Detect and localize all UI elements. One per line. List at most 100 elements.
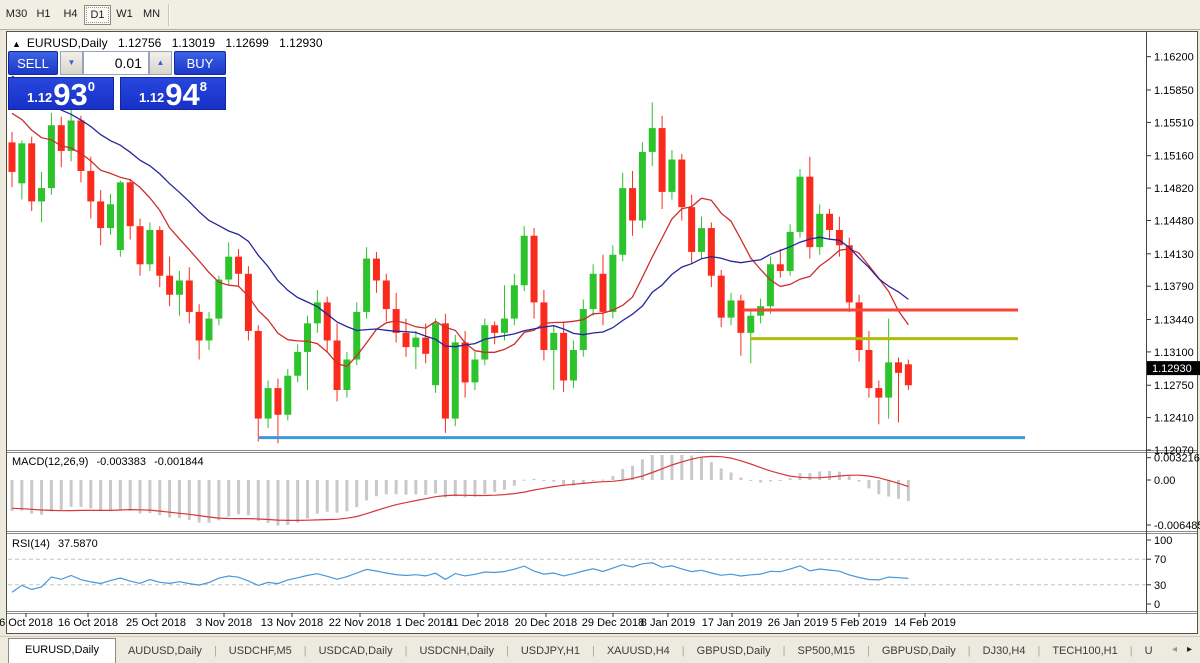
candle-body bbox=[372, 258, 380, 281]
candle-body bbox=[776, 264, 784, 271]
macd-histogram-bar bbox=[414, 480, 418, 495]
candle-body bbox=[510, 285, 518, 319]
macd-histogram-bar bbox=[503, 480, 506, 490]
sell-button[interactable]: SELL bbox=[8, 51, 58, 75]
chart-tab-audusd-daily[interactable]: AUDUSD,Daily bbox=[116, 640, 214, 663]
chart-tab-eurusd-daily[interactable]: EURUSD,Daily bbox=[8, 638, 116, 663]
macd-histogram-bar bbox=[473, 480, 477, 497]
macd-histogram-bar bbox=[109, 480, 112, 512]
candle-body bbox=[382, 280, 390, 310]
macd-histogram-bar bbox=[680, 455, 684, 480]
macd-histogram-bar bbox=[818, 471, 822, 480]
candle-body bbox=[569, 350, 577, 381]
macd-histogram-bar bbox=[887, 480, 891, 497]
price-axis-label: 1.14820 bbox=[1154, 183, 1194, 195]
candle-body bbox=[87, 170, 95, 202]
macd-histogram-bar bbox=[424, 480, 428, 495]
candle-body bbox=[244, 273, 252, 331]
buy-price-prefix: 1.12 bbox=[138, 90, 165, 105]
candle-body bbox=[875, 388, 883, 398]
macd-histogram-bar bbox=[759, 480, 763, 483]
sell-price-quote[interactable]: 1.12 93 0 bbox=[8, 77, 114, 110]
candle-body bbox=[47, 125, 55, 189]
chart-tab-sp500-m15[interactable]: SP500,M15 bbox=[785, 640, 866, 663]
candle-body bbox=[560, 332, 568, 381]
candle-body bbox=[225, 256, 233, 280]
ohlc-close: 1.12930 bbox=[279, 36, 323, 50]
rsi-axis-label: 70 bbox=[1154, 554, 1166, 566]
candle-body bbox=[97, 201, 105, 229]
candle-body bbox=[215, 279, 223, 319]
candle-body bbox=[156, 230, 164, 276]
macd-histogram-bar bbox=[118, 480, 122, 510]
chart-tab-usdcad-daily[interactable]: USDCAD,Daily bbox=[307, 640, 405, 663]
chart-header: ▲ EURUSD,Daily 1.12756 1.13019 1.12699 1.… bbox=[12, 36, 323, 50]
macd-histogram-bar bbox=[276, 480, 280, 526]
candle-body bbox=[67, 120, 75, 151]
date-axis-label: 26 Jan 2019 bbox=[768, 617, 829, 629]
price-axis-label: 1.15510 bbox=[1154, 117, 1194, 129]
chart-tab-xauusd-h4[interactable]: XAUUSD,H4 bbox=[595, 640, 682, 663]
buy-price-pip: 8 bbox=[199, 79, 208, 94]
candle-body bbox=[18, 143, 26, 184]
current-price-tag: 1.12930 bbox=[1147, 361, 1200, 376]
chart-tab-u[interactable]: U bbox=[1133, 640, 1165, 663]
macd-histogram-bar bbox=[670, 455, 674, 480]
date-axis-label: 11 Dec 2018 bbox=[447, 617, 509, 629]
candle-body bbox=[707, 228, 715, 276]
price-axis-label: 1.14480 bbox=[1154, 215, 1194, 227]
candle-body bbox=[717, 275, 725, 318]
candle-body bbox=[264, 388, 272, 419]
candle-body bbox=[609, 254, 617, 312]
chart-tab-gbpusd-daily[interactable]: GBPUSD,Daily bbox=[685, 640, 783, 663]
volume-input[interactable] bbox=[83, 51, 149, 75]
macd-histogram-bar bbox=[621, 469, 625, 480]
candle-body bbox=[77, 120, 85, 171]
chart-tab-usdchf-m5[interactable]: USDCHF,M5 bbox=[217, 640, 304, 663]
chart-tab-tech100-h1[interactable]: TECH100,H1 bbox=[1040, 640, 1129, 663]
chart-tab-dj30-h4[interactable]: DJ30,H4 bbox=[971, 640, 1038, 663]
buy-price-quote[interactable]: 1.12 94 8 bbox=[120, 77, 226, 110]
macd-histogram-bar bbox=[562, 480, 566, 485]
tab-scroll-left-icon[interactable]: ◂ bbox=[1172, 644, 1177, 655]
candle-body bbox=[432, 323, 440, 386]
candle-body bbox=[333, 340, 341, 390]
macd-name: MACD(12,26,9) bbox=[12, 456, 89, 468]
candle-body bbox=[491, 325, 499, 333]
macd-histogram-bar bbox=[611, 475, 615, 480]
chart-tab-usdcnh-daily[interactable]: USDCNH,Daily bbox=[407, 640, 506, 663]
price-axis-label: 1.13790 bbox=[1154, 281, 1194, 293]
candle-body bbox=[461, 342, 469, 383]
one-click-collapse-icon[interactable]: ▲ bbox=[12, 39, 21, 49]
date-axis-label: 29 Dec 2018 bbox=[582, 617, 644, 629]
macd-histogram-bar bbox=[532, 478, 536, 480]
chart-tab-usdjpy-h1[interactable]: USDJPY,H1 bbox=[509, 640, 592, 663]
chart-tab-gbpusd-daily[interactable]: GBPUSD,Daily bbox=[870, 640, 968, 663]
macd-histogram-bar bbox=[552, 480, 556, 482]
tab-scroll-right-icon[interactable]: ▸ bbox=[1187, 644, 1192, 655]
buy-button[interactable]: BUY bbox=[174, 51, 226, 75]
candle-body bbox=[195, 311, 203, 341]
rsi-name: RSI(14) bbox=[12, 538, 50, 550]
candle-body bbox=[254, 330, 262, 419]
macd-histogram-bar bbox=[493, 480, 497, 493]
macd-histogram-bar bbox=[148, 480, 152, 514]
candle-body bbox=[441, 323, 449, 419]
macd-histogram-bar bbox=[89, 480, 93, 509]
price-axis-label: 1.13100 bbox=[1154, 347, 1194, 359]
candle-body bbox=[835, 230, 843, 246]
date-axis-label: 22 Nov 2018 bbox=[329, 617, 391, 629]
candle-body bbox=[520, 235, 528, 286]
macd-histogram-bar bbox=[591, 480, 595, 481]
candle-body bbox=[451, 342, 459, 419]
candle-body bbox=[530, 235, 538, 303]
macd-histogram-bar bbox=[512, 480, 516, 486]
volume-decrease-button[interactable]: ▼ bbox=[60, 51, 83, 75]
candle-body bbox=[865, 350, 873, 389]
macd-value-main: -0.003383 bbox=[96, 456, 147, 468]
macd-histogram-bar bbox=[867, 480, 871, 489]
macd-label: MACD(12,26,9) -0.003383 -0.001844 bbox=[12, 456, 204, 468]
macd-histogram-bar bbox=[522, 479, 526, 481]
volume-increase-button[interactable]: ▲ bbox=[149, 51, 172, 75]
macd-histogram-bar bbox=[30, 480, 34, 514]
